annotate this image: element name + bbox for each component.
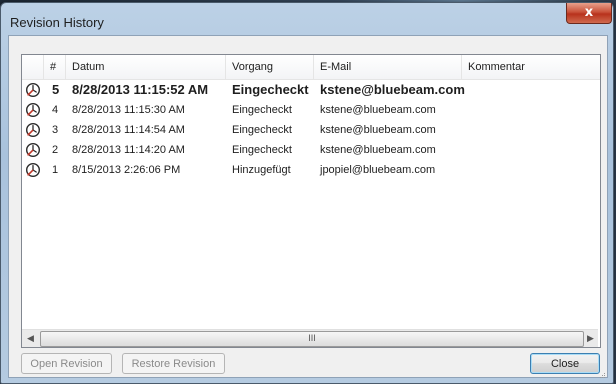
cell-email: kstene@bluebeam.com (320, 104, 436, 116)
dialog-client-area: # Datum Vorgang E-Mail Kommentar 5 8/28/2… (8, 35, 608, 378)
column-header-number[interactable]: # (44, 55, 66, 79)
revision-history-dialog: Revision History x # Datum Vorgang E-Mai… (0, 2, 614, 384)
revision-clock-icon (25, 102, 41, 118)
cell-action: Hinzugefügt (232, 164, 291, 176)
cell-action: Eingecheckt (232, 82, 309, 97)
revision-clock-icon (25, 82, 41, 98)
column-header-email[interactable]: E-Mail (314, 55, 462, 79)
scroll-thumb[interactable]: III (40, 331, 584, 347)
cell-number: 2 (52, 144, 59, 156)
table-row[interactable]: 1 8/15/2013 2:26:06 PM Hinzugefügt jpopiel@… (22, 160, 600, 180)
close-button[interactable]: Close (530, 353, 600, 374)
cell-date: 8/28/2013 11:14:54 AM (72, 124, 185, 136)
column-header-comment[interactable]: Kommentar (462, 55, 600, 79)
revision-list[interactable]: # Datum Vorgang E-Mail Kommentar 5 8/28/2… (21, 54, 601, 348)
table-row[interactable]: 2 8/28/2013 11:14:20 AM Eingecheckt kstene@… (22, 140, 600, 160)
cell-action: Eingecheckt (232, 124, 292, 136)
revision-clock-icon (25, 142, 41, 158)
table-row[interactable]: 5 8/28/2013 11:15:52 AM Eingecheckt kstene@… (22, 80, 600, 100)
title-bar[interactable]: Revision History x (1, 3, 613, 37)
cell-date: 8/28/2013 11:15:52 AM (72, 82, 209, 97)
revision-clock-icon (25, 162, 41, 178)
cell-action: Eingecheckt (232, 104, 292, 116)
cell-action: Eingecheckt (232, 144, 292, 156)
open-revision-button[interactable]: Open Revision (21, 353, 112, 374)
revision-clock-icon (25, 122, 41, 138)
cell-number: 1 (52, 164, 59, 176)
cell-email: kstene@bluebeam.com (320, 82, 465, 97)
window-close-button[interactable]: x (566, 3, 612, 24)
horizontal-scrollbar[interactable]: ◀ III ▶ (22, 329, 598, 347)
list-header: # Datum Vorgang E-Mail Kommentar (22, 55, 600, 80)
cell-email: kstene@bluebeam.com (320, 124, 436, 136)
cell-date: 8/15/2013 2:26:06 PM (72, 164, 181, 176)
cell-number: 5 (52, 82, 60, 97)
cell-date: 8/28/2013 11:15:30 AM (72, 104, 185, 116)
column-header-action[interactable]: Vorgang (226, 55, 314, 79)
table-row[interactable]: 3 8/28/2013 11:14:54 AM Eingecheckt kstene@… (22, 120, 600, 140)
window-title: Revision History (10, 15, 104, 30)
resize-grip-icon[interactable] (599, 372, 606, 379)
cell-number: 3 (52, 124, 59, 136)
cell-email: kstene@bluebeam.com (320, 144, 436, 156)
cell-date: 8/28/2013 11:14:20 AM (72, 144, 185, 156)
scroll-right-icon[interactable]: ▶ (582, 330, 599, 347)
column-header-date[interactable]: Datum (66, 55, 226, 79)
column-header-icon[interactable] (22, 55, 44, 79)
table-row[interactable]: 4 8/28/2013 11:15:30 AM Eingecheckt kstene@… (22, 100, 600, 120)
cell-number: 4 (52, 104, 59, 116)
cell-email: jpopiel@bluebeam.com (320, 164, 436, 176)
restore-revision-button[interactable]: Restore Revision (122, 353, 225, 374)
scroll-left-icon[interactable]: ◀ (22, 330, 39, 347)
